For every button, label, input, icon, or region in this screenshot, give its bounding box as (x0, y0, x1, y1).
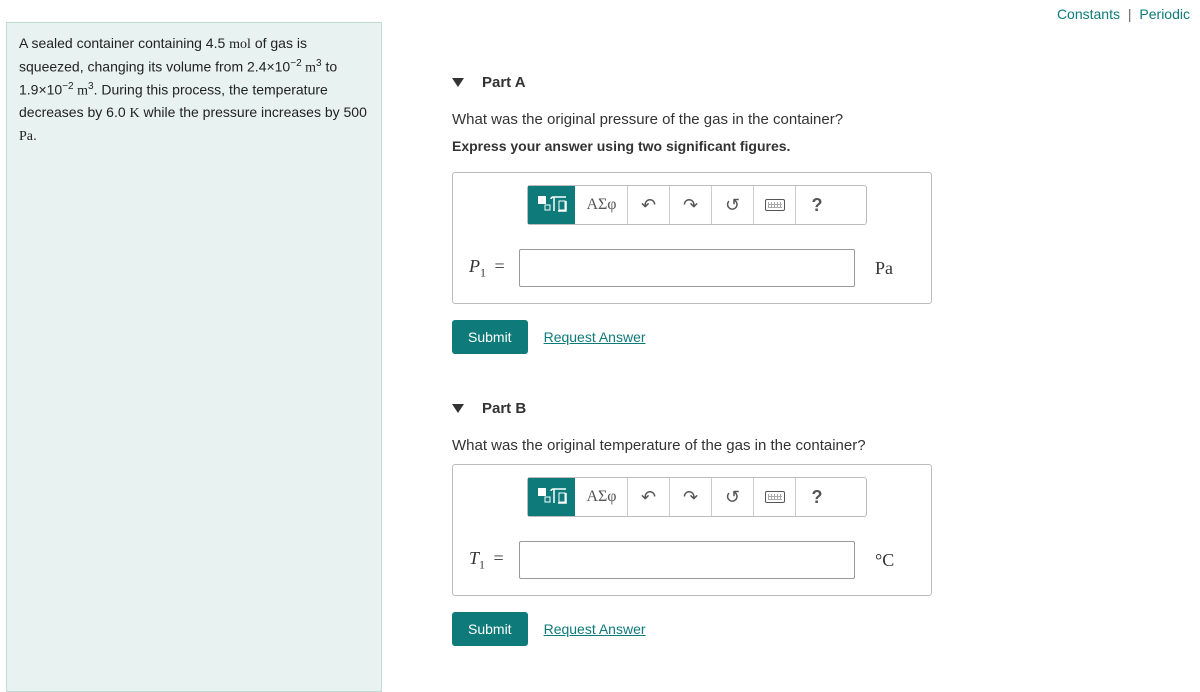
submit-button-a[interactable]: Submit (452, 320, 528, 354)
unit-label: Pa (875, 258, 915, 279)
part-a-instruction: Express your answer using two significan… (452, 138, 1200, 154)
part-b-question: What was the original temperature of the… (452, 437, 1200, 454)
part-b: Part B What was the original temperature… (452, 400, 1200, 646)
answer-frame-a: ΑΣφ ↶ ↷ ↺ ? P1 = Pa (452, 172, 932, 304)
templates-button[interactable] (528, 186, 576, 224)
request-answer-link-a[interactable]: Request Answer (544, 329, 646, 345)
templates-button[interactable] (528, 478, 576, 516)
collapse-toggle-icon[interactable] (452, 404, 464, 413)
top-links: Constants | Periodic (1057, 6, 1190, 22)
keyboard-button[interactable] (754, 478, 796, 516)
submit-button-b[interactable]: Submit (452, 612, 528, 646)
part-a: Part A What was the original pressure of… (452, 74, 1200, 354)
undo-button[interactable]: ↶ (628, 186, 670, 224)
keyboard-button[interactable] (754, 186, 796, 224)
answer-input-a[interactable] (519, 249, 855, 287)
keyboard-icon (765, 491, 785, 503)
problem-statement: A sealed container containing 4.5 mol of… (6, 22, 382, 692)
reset-button[interactable]: ↺ (712, 478, 754, 516)
keyboard-icon (765, 199, 785, 211)
equation-toolbar: ΑΣφ ↶ ↷ ↺ ? (527, 477, 867, 517)
parts-column: Part A What was the original pressure of… (382, 20, 1200, 692)
variable-label: T1 = (469, 548, 519, 573)
unit-label: °C (875, 550, 915, 571)
answer-input-b[interactable] (519, 541, 855, 579)
math-template-icon (536, 485, 568, 509)
redo-button[interactable]: ↷ (670, 186, 712, 224)
symbols-button[interactable]: ΑΣφ (576, 478, 628, 516)
part-b-title: Part B (482, 400, 526, 417)
answer-frame-b: ΑΣφ ↶ ↷ ↺ ? T1 = °C (452, 464, 932, 596)
help-button[interactable]: ? (796, 186, 838, 224)
reset-button[interactable]: ↺ (712, 186, 754, 224)
separator: | (1128, 6, 1132, 22)
equation-toolbar: ΑΣφ ↶ ↷ ↺ ? (527, 185, 867, 225)
symbols-button[interactable]: ΑΣφ (576, 186, 628, 224)
request-answer-link-b[interactable]: Request Answer (544, 621, 646, 637)
math-template-icon (536, 193, 568, 217)
redo-button[interactable]: ↷ (670, 478, 712, 516)
part-a-question: What was the original pressure of the ga… (452, 111, 1200, 128)
constants-link[interactable]: Constants (1057, 6, 1120, 22)
collapse-toggle-icon[interactable] (452, 78, 464, 87)
variable-label: P1 = (469, 256, 519, 281)
help-button[interactable]: ? (796, 478, 838, 516)
undo-button[interactable]: ↶ (628, 478, 670, 516)
periodic-table-link[interactable]: Periodic (1139, 6, 1190, 22)
part-a-title: Part A (482, 74, 526, 91)
